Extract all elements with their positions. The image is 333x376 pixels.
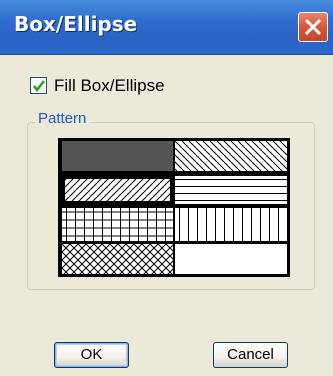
close-icon	[304, 18, 322, 36]
pattern-crosshatch-diagonal[interactable]	[62, 244, 173, 274]
title-bar[interactable]: Box/Ellipse	[0, 0, 333, 55]
pattern-vertical[interactable]	[175, 208, 287, 241]
pattern-solid[interactable]	[62, 141, 173, 171]
close-button[interactable]	[298, 12, 328, 42]
pattern-horizontal[interactable]	[175, 176, 287, 204]
pattern-grid-lines[interactable]	[62, 208, 173, 241]
pattern-none[interactable]	[175, 244, 287, 274]
checkmark-icon	[33, 80, 45, 93]
ok-button[interactable]: OK	[54, 342, 129, 368]
fill-checkbox-label[interactable]: Fill Box/Ellipse	[54, 76, 165, 96]
pattern-group-legend: Pattern	[35, 110, 90, 127]
pattern-diagonal-forward[interactable]	[62, 176, 173, 204]
cancel-button[interactable]: Cancel	[213, 342, 288, 368]
fill-checkbox[interactable]	[30, 77, 47, 94]
pattern-diagonal-backward[interactable]	[175, 141, 287, 171]
pattern-grid	[58, 138, 290, 277]
window-title: Box/Ellipse	[14, 12, 138, 36]
dialog-window: Box/Ellipse Fill Box/Ellipse Pattern OK …	[0, 0, 333, 376]
